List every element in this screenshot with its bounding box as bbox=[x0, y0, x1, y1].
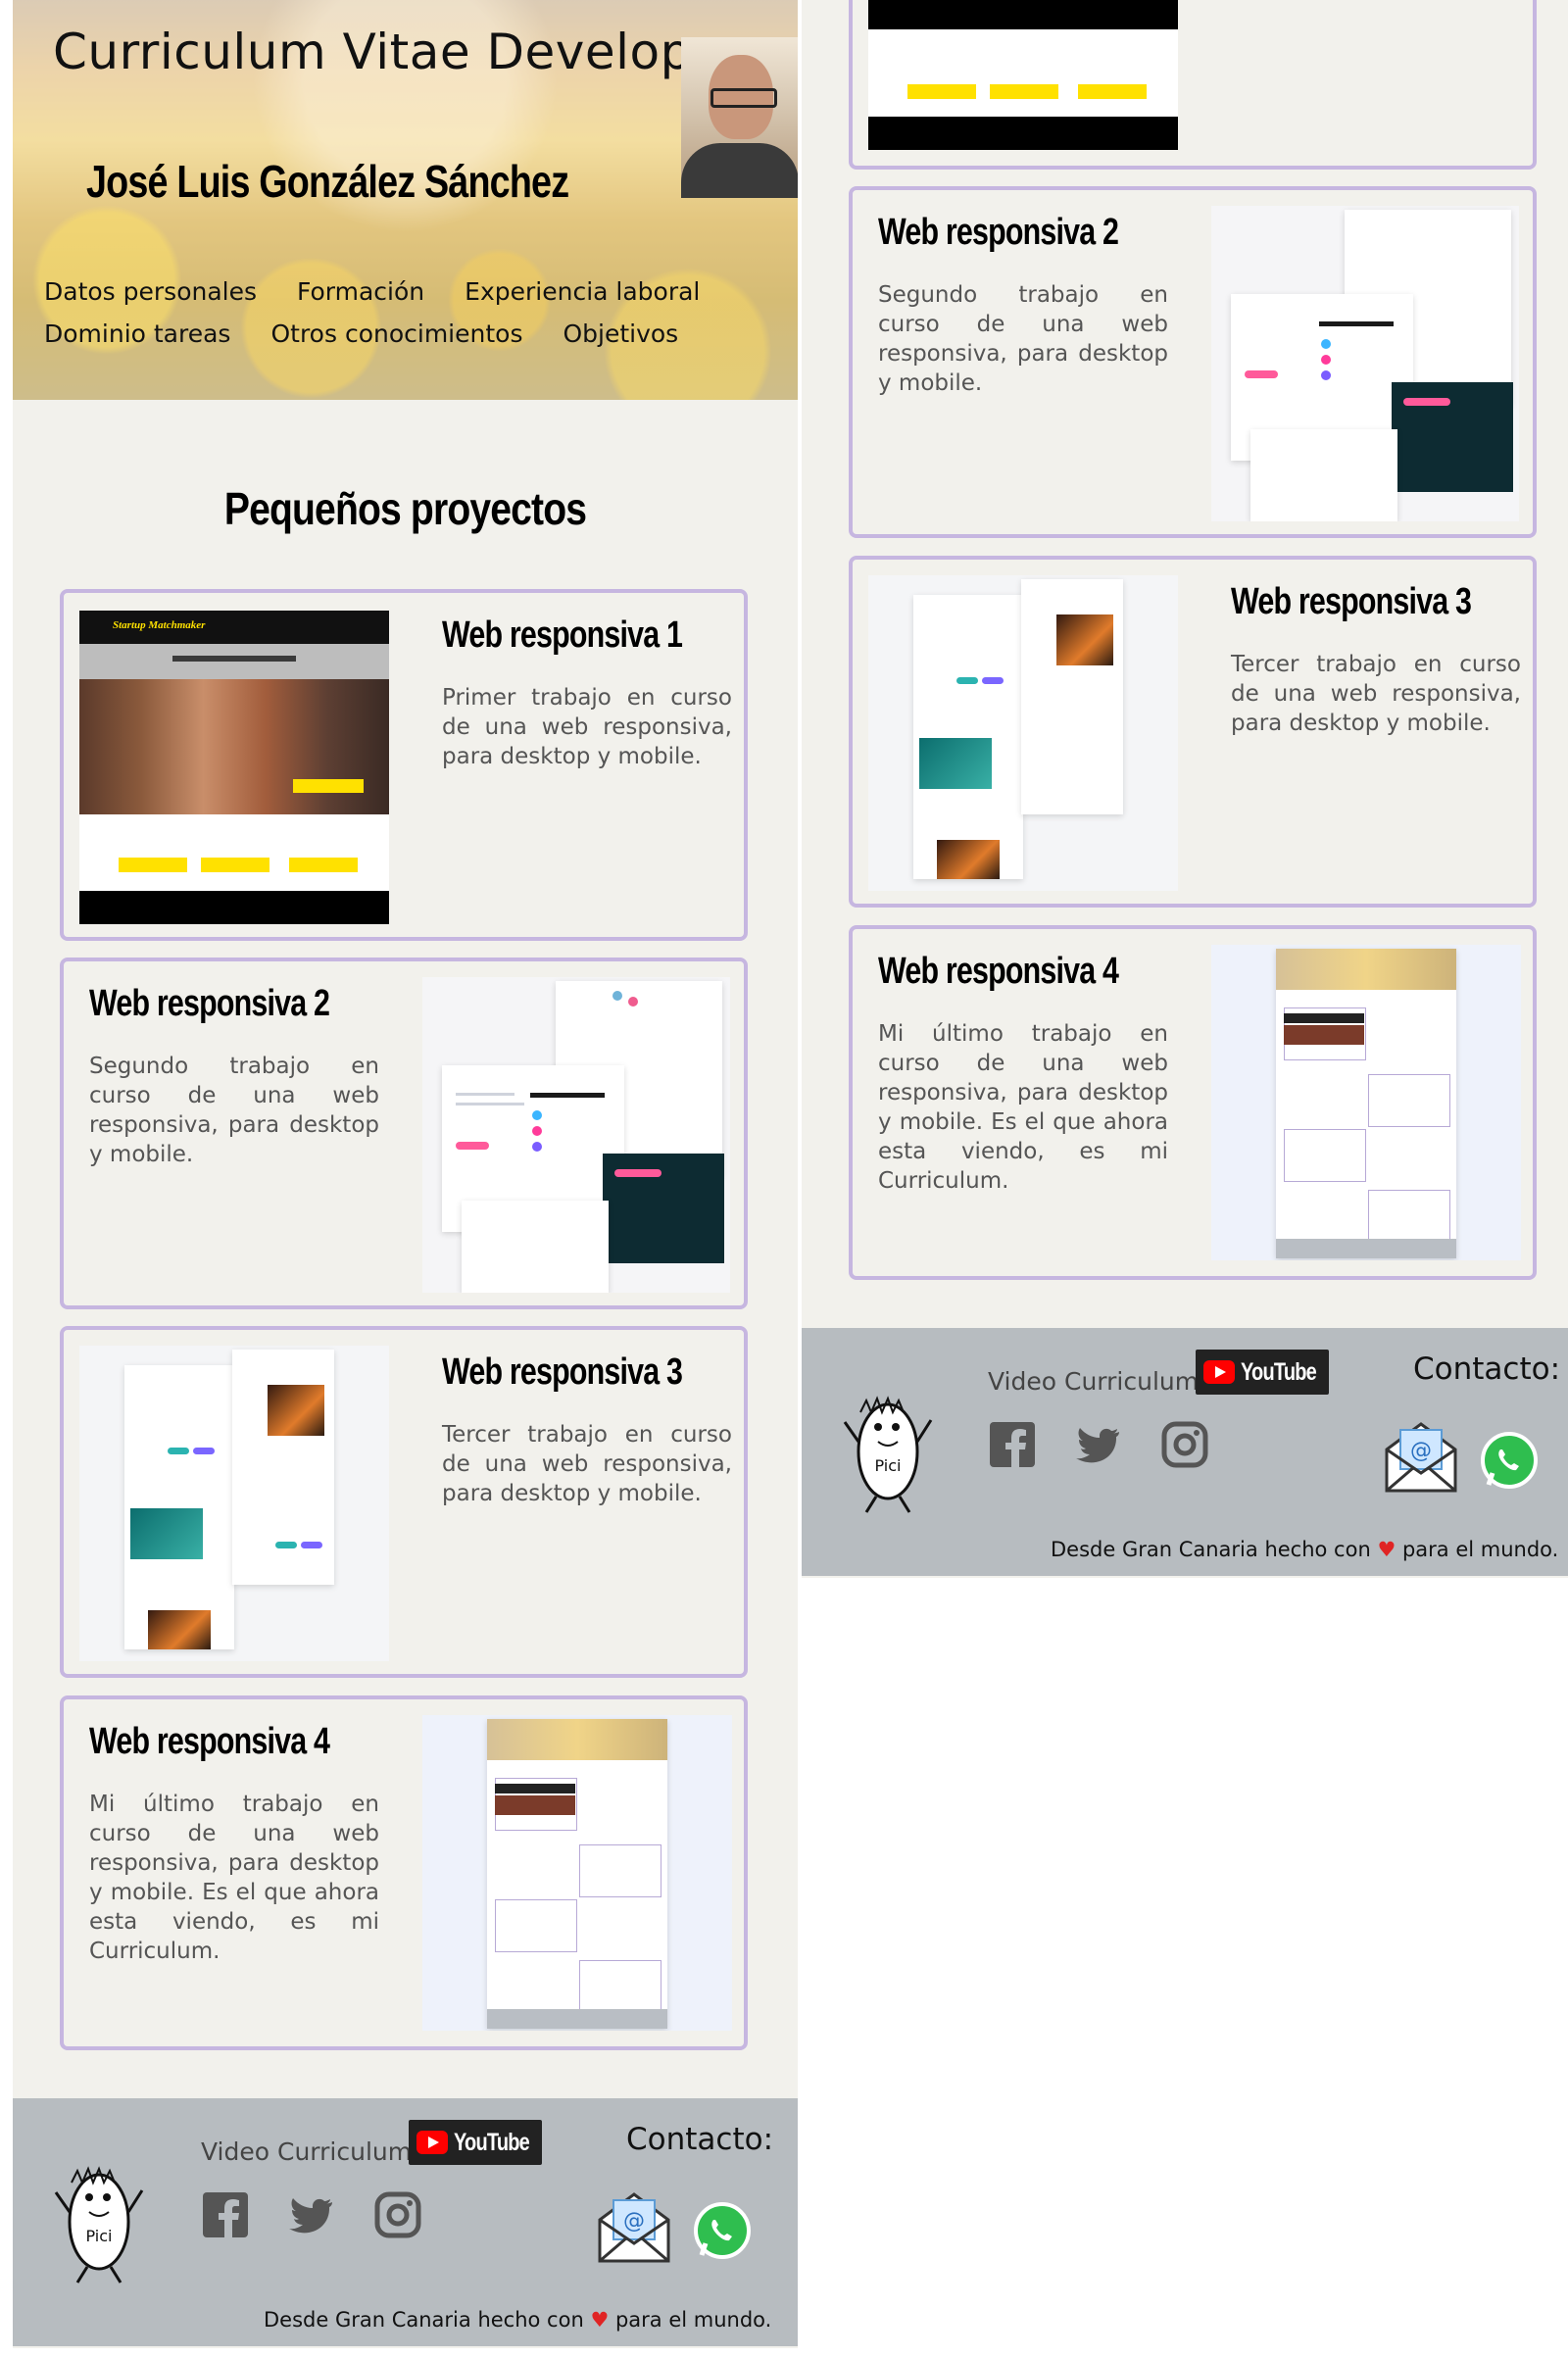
header-banner: Curriculum Vitae Developer José Luis Gon… bbox=[13, 0, 798, 400]
made-with-love-text: Desde Gran Canaria hecho con ♥ para el m… bbox=[264, 2308, 772, 2332]
svg-text:Pici: Pici bbox=[86, 2227, 113, 2245]
project-1-screenshot[interactable]: Startup Matchmaker bbox=[79, 611, 389, 924]
contact-label: Contacto: bbox=[626, 2122, 774, 2157]
project-4-title-right: Web responsiva 4 bbox=[878, 951, 1119, 992]
project-2-description-right: Segundo trabajo en curso de una web resp… bbox=[878, 282, 1168, 396]
projects-section-title: Pequeños proyectos bbox=[223, 483, 587, 534]
page-title: Curriculum Vitae Developer bbox=[53, 24, 744, 80]
video-curriculum-label: Video Curriculum: bbox=[988, 1367, 1207, 1396]
nav-dominio-tareas[interactable]: Dominio tareas bbox=[44, 319, 230, 348]
whatsapp-icon[interactable] bbox=[692, 2200, 753, 2261]
project-card-4-right[interactable]: Web responsiva 4 Mi último trabajo en cu… bbox=[849, 925, 1537, 1280]
facebook-icon[interactable] bbox=[201, 2190, 250, 2239]
twitter-icon[interactable] bbox=[1074, 1420, 1123, 1469]
project-3-description: Tercer trabajo en curso de una web respo… bbox=[442, 1422, 732, 1506]
project-3-screenshot[interactable] bbox=[79, 1346, 389, 1661]
owner-name: José Luis González Sánchez bbox=[86, 156, 569, 207]
contact-label: Contacto: bbox=[1413, 1351, 1561, 1387]
instagram-icon[interactable] bbox=[1160, 1420, 1209, 1469]
pici-mascot-icon: Pici bbox=[54, 2166, 144, 2284]
email-icon[interactable]: @ bbox=[1381, 1416, 1461, 1497]
project-2-screenshot-right[interactable] bbox=[1211, 206, 1519, 521]
instagram-icon[interactable] bbox=[373, 2190, 422, 2239]
nav-datos-personales[interactable]: Datos personales bbox=[44, 277, 257, 306]
svg-text:Pici: Pici bbox=[875, 1456, 902, 1475]
project-card-2-right[interactable]: Web responsiva 2 Segundo trabajo en curs… bbox=[849, 186, 1537, 538]
footer-left: Pici Video Curriculum: YouTube Contacto:… bbox=[13, 2098, 798, 2346]
nav-formacion[interactable]: Formación bbox=[297, 277, 424, 306]
footer-right: Pici Video Curriculum: YouTube Contacto:… bbox=[802, 1328, 1568, 1576]
project-card-3-right[interactable]: Web responsiva 3 Tercer trabajo en curso… bbox=[849, 556, 1537, 908]
video-curriculum-label: Video Curriculum: bbox=[201, 2137, 420, 2166]
project-3-title: Web responsiva 3 bbox=[442, 1351, 683, 1393]
project-1-screenshot-continued[interactable] bbox=[868, 0, 1178, 150]
heart-icon: ♥ bbox=[1377, 1538, 1396, 1561]
project-card-4[interactable]: Web responsiva 4 Mi último trabajo en cu… bbox=[60, 1695, 748, 2050]
nav-experiencia-laboral[interactable]: Experiencia laboral bbox=[465, 277, 700, 306]
pici-mascot-icon: Pici bbox=[843, 1396, 933, 1513]
twitter-icon[interactable] bbox=[287, 2190, 336, 2239]
project-4-description-right: Mi último trabajo en curso de una web re… bbox=[878, 1021, 1168, 1194]
page-column-right: Web responsiva 2 Segundo trabajo en curs… bbox=[802, 0, 1568, 1578]
project-2-screenshot[interactable] bbox=[422, 977, 730, 1293]
project-card-1-continued[interactable] bbox=[849, 0, 1537, 170]
project-4-description: Mi último trabajo en curso de una web re… bbox=[89, 1792, 379, 1964]
project-card-3[interactable]: Web responsiva 3 Tercer trabajo en curso… bbox=[60, 1326, 748, 1678]
profile-photo bbox=[681, 37, 798, 198]
svg-text:@: @ bbox=[1410, 1439, 1432, 1463]
project-4-screenshot[interactable] bbox=[422, 1715, 732, 2031]
project-2-description: Segundo trabajo en curso de una web resp… bbox=[89, 1054, 379, 1167]
project-2-title: Web responsiva 2 bbox=[89, 983, 330, 1024]
page-column-left: Curriculum Vitae Developer José Luis Gon… bbox=[13, 0, 798, 2348]
youtube-icon bbox=[416, 2131, 448, 2154]
nav-otros-conocimientos[interactable]: Otros conocimientos bbox=[270, 319, 522, 348]
youtube-icon bbox=[1203, 1360, 1235, 1384]
project-2-title-right: Web responsiva 2 bbox=[878, 212, 1119, 253]
heart-icon: ♥ bbox=[590, 2308, 610, 2332]
youtube-button[interactable]: YouTube bbox=[409, 2120, 542, 2165]
youtube-button[interactable]: YouTube bbox=[1196, 1350, 1329, 1395]
main-nav: Datos personales Formación Experiencia l… bbox=[44, 277, 710, 348]
made-with-love-text: Desde Gran Canaria hecho con ♥ para el m… bbox=[1051, 1538, 1559, 1561]
project-1-title: Web responsiva 1 bbox=[442, 614, 683, 656]
facebook-icon[interactable] bbox=[988, 1420, 1037, 1469]
project-card-2[interactable]: Web responsiva 2 Segundo trabajo en curs… bbox=[60, 958, 748, 1309]
nav-objetivos[interactable]: Objetivos bbox=[563, 319, 678, 348]
project-3-description-right: Tercer trabajo en curso de una web respo… bbox=[1231, 652, 1521, 736]
project-3-title-right: Web responsiva 3 bbox=[1231, 581, 1472, 622]
email-icon[interactable]: @ bbox=[594, 2186, 674, 2267]
project-3-screenshot-right[interactable] bbox=[868, 575, 1178, 891]
whatsapp-icon[interactable] bbox=[1479, 1430, 1540, 1491]
project-1-description: Primer trabajo en curso de una web respo… bbox=[442, 685, 732, 769]
svg-text:@: @ bbox=[623, 2209, 645, 2234]
project-4-screenshot-right[interactable] bbox=[1211, 945, 1521, 1260]
project-4-title: Web responsiva 4 bbox=[89, 1721, 330, 1762]
project-card-1[interactable]: Startup Matchmaker Web responsiva 1 Prim… bbox=[60, 589, 748, 941]
